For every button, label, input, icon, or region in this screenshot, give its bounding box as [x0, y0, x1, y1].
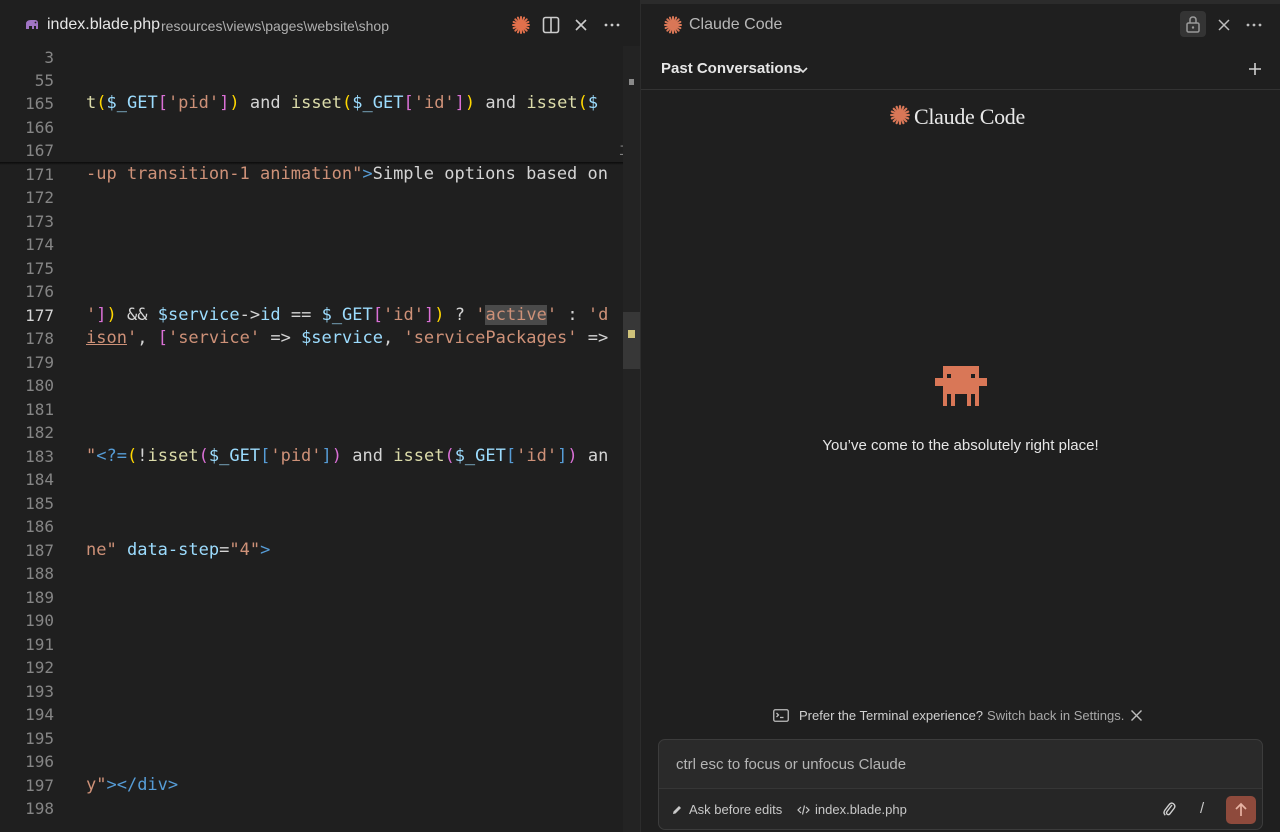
conversations-bar: Past Conversations: [641, 46, 1280, 90]
line-number: 179: [25, 353, 54, 372]
claude-code-panel: Claude Code Past Conversations Claude Co…: [641, 4, 1280, 832]
panel-title: Claude Code: [689, 16, 783, 33]
dismiss-notice-icon[interactable]: [1130, 709, 1143, 722]
claude-spark-icon: [663, 15, 683, 39]
line-number: 55: [34, 71, 54, 90]
code-line: ']) && $service->id == $_GET['id']) ? 'a…: [86, 305, 609, 325]
line-number: 190: [25, 611, 54, 630]
line-number: 180: [25, 376, 54, 395]
split-editor-icon[interactable]: [539, 13, 563, 37]
prompt-input-box[interactable]: ctrl esc to focus or unfocus Claude Ask …: [658, 739, 1263, 830]
edit-mode-button[interactable]: Ask before edits: [671, 802, 782, 817]
line-number-active: 177: [25, 306, 54, 325]
claude-spark-icon: [889, 104, 911, 130]
line-number: 196: [25, 752, 54, 771]
line-number: 174: [25, 235, 54, 254]
code-line: ison', ['service' => $service, 'serviceP…: [86, 328, 609, 348]
code-line: ne" data-step="4">: [86, 540, 271, 560]
code-line: "<?=(!isset($_GET['pid']) and isset($_GE…: [86, 446, 609, 466]
php-file-icon: [24, 17, 40, 31]
code-editor[interactable]: index.blade.php resources\views\pages\we…: [0, 0, 640, 832]
line-number: 191: [25, 635, 54, 654]
line-number: 194: [25, 705, 54, 724]
line-number: 193: [25, 682, 54, 701]
brand-logo: Claude Code: [889, 104, 1025, 130]
scrollbar-thumb[interactable]: [623, 312, 640, 369]
line-number: 181: [25, 400, 54, 419]
claude-spark-icon[interactable]: [509, 13, 533, 37]
line-number: 3: [44, 48, 54, 67]
past-conversations-dropdown[interactable]: Past Conversations: [661, 60, 801, 77]
paperclip-icon[interactable]: [1162, 800, 1176, 818]
code-line: y"></div>: [86, 775, 179, 795]
code-line: -up transition-1 animation">Simple optio…: [86, 164, 608, 184]
chevron-down-icon[interactable]: [797, 61, 809, 80]
context-file-name: index.blade.php: [815, 802, 907, 817]
new-conversation-button[interactable]: [1244, 58, 1266, 80]
line-number: 172: [25, 188, 54, 207]
line-number: 195: [25, 729, 54, 748]
more-actions-icon[interactable]: [1242, 13, 1266, 37]
line-number: 185: [25, 494, 54, 513]
prompt-input[interactable]: ctrl esc to focus or unfocus Claude: [676, 756, 906, 773]
close-icon[interactable]: [1212, 13, 1236, 37]
line-number: 171: [25, 165, 54, 184]
line-number: 173: [25, 212, 54, 231]
terminal-icon: [773, 709, 789, 722]
line-number: 188: [25, 564, 54, 583]
line-number: 182: [25, 423, 54, 442]
line-number: 183: [25, 447, 54, 466]
more-actions-icon[interactable]: [600, 13, 624, 37]
line-number: 175: [25, 259, 54, 278]
line-number: 165: [25, 94, 54, 113]
context-file-chip[interactable]: index.blade.php: [797, 802, 907, 817]
line-number: 197: [25, 776, 54, 795]
claude-mascot-icon: [935, 366, 987, 414]
line-number: 176: [25, 282, 54, 301]
line-number: 178: [25, 329, 54, 348]
line-number: 187: [25, 541, 54, 560]
terminal-notice: Prefer the Terminal experience? Switch b…: [773, 708, 1143, 723]
line-number: 198: [25, 799, 54, 818]
line-number: 167: [25, 141, 54, 160]
line-number: 166: [25, 118, 54, 137]
send-button[interactable]: [1226, 796, 1256, 824]
tab-file-path: resources\views\pages\website\shop: [161, 18, 390, 34]
code-line: t($_GET['pid']) and isset($_GET['id']) a…: [86, 93, 599, 113]
edit-mode-label: Ask before edits: [689, 802, 783, 817]
welcome-message: You’ve come to the absolutely right plac…: [822, 437, 1099, 454]
close-icon[interactable]: [569, 13, 593, 37]
line-number: 189: [25, 588, 54, 607]
code-line: ı>: [86, 139, 639, 162]
brand-name: Claude Code: [914, 104, 1025, 129]
pencil-icon: [671, 804, 683, 816]
code-area[interactable]: 3 55 165 166 167 t($_GET['pid']) and iss…: [0, 46, 640, 832]
slash-command-button[interactable]: /: [1200, 800, 1204, 817]
input-toolbar: Ask before edits index.blade.php /: [659, 788, 1262, 829]
code-icon: [797, 804, 810, 816]
arrow-up-icon: [1234, 802, 1248, 818]
lock-icon[interactable]: [1180, 11, 1206, 37]
editor-scrollbar[interactable]: [623, 46, 640, 832]
line-number: 192: [25, 658, 54, 677]
editor-tab-bar: index.blade.php resources\views\pages\we…: [0, 4, 640, 46]
tab-filename[interactable]: index.blade.php: [47, 16, 160, 34]
line-number: 184: [25, 470, 54, 489]
scrollbar-marker: [629, 79, 634, 85]
scrollbar-marker: [628, 330, 635, 338]
switch-back-settings-link[interactable]: Switch back in Settings.: [987, 708, 1124, 723]
notice-text: Prefer the Terminal experience?: [799, 708, 984, 723]
line-number: 186: [25, 517, 54, 536]
